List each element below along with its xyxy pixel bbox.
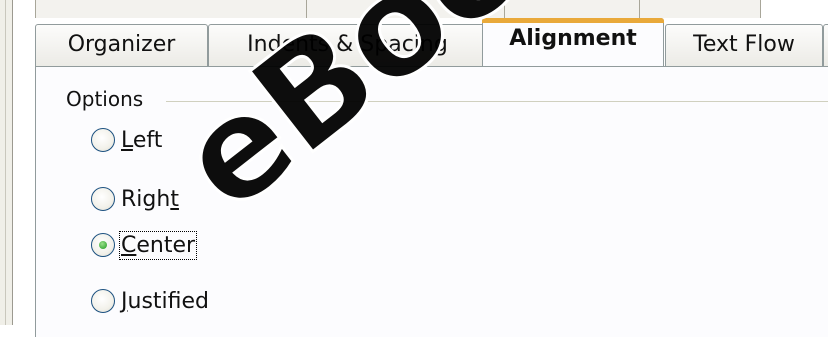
radio-right[interactable]: Right	[91, 183, 179, 215]
radio-button-justified[interactable]	[91, 289, 115, 313]
radio-button-center[interactable]	[91, 233, 115, 257]
radio-center[interactable]: Center	[91, 229, 198, 261]
back-tab[interactable]	[306, 0, 506, 18]
radio-button-right[interactable]	[91, 187, 115, 211]
options-group-divider	[166, 101, 828, 102]
radio-button-left[interactable]	[91, 128, 115, 152]
back-tab[interactable]	[504, 0, 641, 18]
radio-label-left: Left	[121, 127, 163, 153]
tab-text-flow[interactable]: Text Flow	[665, 24, 823, 66]
radio-label-justified: Justified	[121, 288, 210, 314]
tab-organizer[interactable]: Organizer	[35, 24, 208, 66]
tab-indents-spacing[interactable]: Indents & Spacing	[208, 24, 487, 66]
radio-justified[interactable]: Justified	[91, 285, 209, 317]
tab-row: Organizer Indents & Spacing Text Flow Al…	[12, 18, 828, 66]
tab-next-partial[interactable]	[823, 24, 828, 66]
paragraph-dialog: Organizer Indents & Spacing Text Flow Al…	[0, 0, 828, 337]
radio-label-right: Right	[121, 186, 179, 212]
back-tab[interactable]	[639, 0, 761, 18]
back-tab[interactable]	[35, 0, 308, 18]
radio-left[interactable]: Left	[91, 124, 162, 156]
back-tab-row	[12, 0, 828, 18]
options-group-title: Options	[66, 87, 150, 111]
radio-label-center: Center	[118, 230, 198, 260]
tab-alignment[interactable]: Alignment	[482, 18, 664, 66]
